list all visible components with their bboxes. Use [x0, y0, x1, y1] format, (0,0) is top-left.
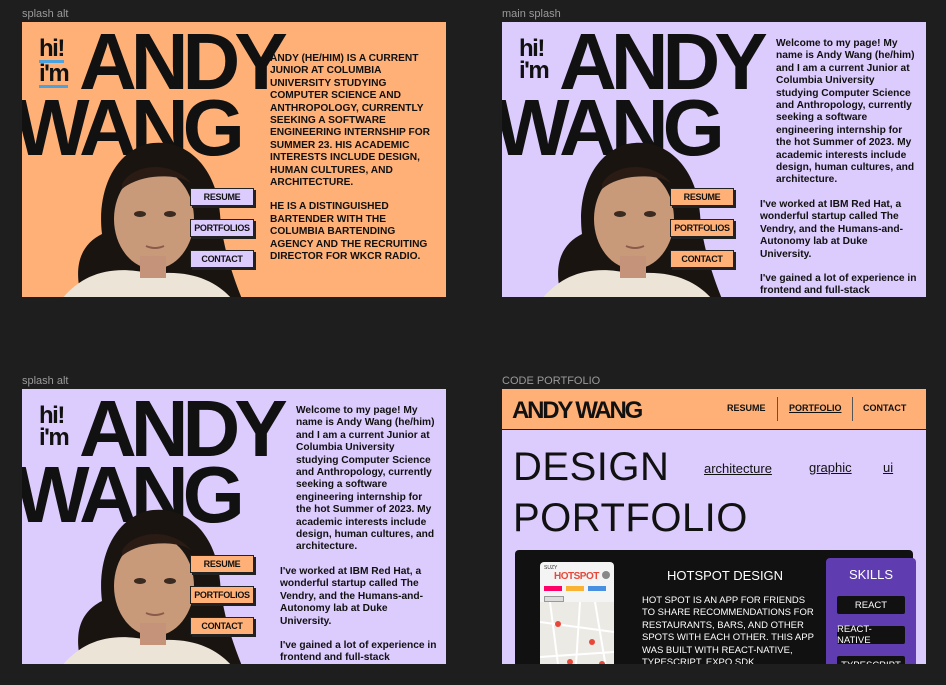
nav-portfolio-link[interactable]: PORTFOLIO	[789, 403, 842, 413]
bio-text: ANDY (HE/HIM) IS A CURRENT JUNIOR AT COL…	[270, 53, 436, 276]
portfolios-button[interactable]: PORTFOLIOS	[670, 219, 734, 237]
hi-im-text: hi! i'm	[519, 35, 550, 84]
graphic-link[interactable]: graphic	[809, 460, 852, 475]
bio-text: Welcome to my page! My name is Andy Wang…	[760, 38, 918, 297]
frame-label[interactable]: splash alt	[22, 375, 68, 387]
nav-contact-link[interactable]: CONTACT	[863, 403, 906, 413]
bio-text: Welcome to my page! My name is Andy Wang…	[280, 405, 438, 664]
code-portfolio-frame[interactable]: ANDY WANG RESUME PORTFOLIO CONTACT DESIG…	[502, 389, 926, 664]
project-title: HOTSPOT DESIGN	[667, 568, 784, 583]
skills-title: SKILLS	[848, 567, 894, 582]
portfolios-button[interactable]: PORTFOLIOS	[190, 219, 254, 237]
app-screenshot: SUZY HOTSPOT	[540, 562, 614, 664]
filter-chip	[544, 586, 562, 591]
nav-resume-link[interactable]: RESUME	[727, 403, 766, 413]
bio-paragraph: I've worked at IBM Red Hat, a wonderful …	[760, 198, 904, 260]
project-description: HOT SPOT IS AN APP FOR FRIENDS TO SHARE …	[642, 595, 814, 664]
bio-paragraph: Welcome to my page! My name is Andy Wang…	[296, 405, 435, 553]
hotspot-logo: HOTSPOT	[554, 571, 599, 582]
skill-badge: REACT	[837, 596, 905, 614]
portfolio-title-line1: DESIGN	[513, 445, 670, 489]
skill-badge: TYPESCRIPT	[837, 656, 905, 664]
resume-button[interactable]: RESUME	[190, 188, 254, 206]
frame-label[interactable]: splash alt	[22, 8, 68, 20]
frame-label[interactable]: main splash	[502, 8, 561, 20]
bio-paragraph: ANDY (HE/HIM) IS A CURRENT JUNIOR AT COL…	[270, 53, 431, 189]
architecture-link[interactable]: architecture	[704, 461, 772, 476]
contact-button[interactable]: CONTACT	[670, 250, 734, 268]
filter-chip	[588, 586, 606, 591]
avatar	[602, 571, 610, 579]
filter-chip	[566, 586, 584, 591]
bio-paragraph: I've worked at IBM Red Hat, a wonderful …	[280, 565, 424, 627]
hi-im-text: hi! i'm	[39, 35, 70, 88]
resume-button[interactable]: RESUME	[190, 555, 254, 573]
project-card[interactable]: SUZY HOTSPOT HOTSPOT DESIGN HOT SPOT IS …	[515, 550, 916, 664]
portfolio-title-line2: PORTFOLIO	[513, 496, 748, 540]
bio-paragraph: HE IS A DISTINGUISHED BARTENDER WITH THE…	[270, 201, 428, 263]
portfolios-button[interactable]: PORTFOLIOS	[190, 586, 254, 604]
site-logo[interactable]: ANDY WANG	[512, 397, 643, 425]
ui-link[interactable]: ui	[883, 460, 893, 475]
bio-paragraph: Welcome to my page! My name is Andy Wang…	[776, 38, 915, 186]
splash-alt-frame-2[interactable]: hi! i'm ANDY WANG RESUME PORTFOLIOS CONT…	[22, 389, 446, 664]
portrait-photo	[63, 509, 242, 664]
portrait-photo	[63, 142, 242, 297]
nav-divider	[852, 397, 853, 421]
splash-alt-frame[interactable]: hi! i'm ANDY WANG RESUME PORTFOLIOS CONT…	[22, 22, 446, 297]
hi-im-text: hi! i'm	[39, 402, 70, 451]
portrait-photo	[543, 142, 722, 297]
main-splash-frame[interactable]: hi! i'm ANDY WANG RESUME PORTFOLIOS CONT…	[502, 22, 926, 297]
contact-button[interactable]: CONTACT	[190, 617, 254, 635]
bio-paragraph: I've gained a lot of experience in front…	[760, 272, 917, 297]
frame-label[interactable]: CODE PORTFOLIO	[502, 375, 600, 387]
skills-panel: SKILLS REACT REACT-NATIVE TYPESCRIPT	[826, 558, 916, 664]
map-view	[540, 602, 614, 664]
nav-divider	[777, 397, 778, 421]
contact-button[interactable]: CONTACT	[190, 250, 254, 268]
resume-button[interactable]: RESUME	[670, 188, 734, 206]
portfolio-header: ANDY WANG RESUME PORTFOLIO CONTACT	[502, 389, 926, 430]
skill-badge: REACT-NATIVE	[837, 624, 905, 646]
bio-paragraph: I've gained a lot of experience in front…	[280, 639, 437, 664]
